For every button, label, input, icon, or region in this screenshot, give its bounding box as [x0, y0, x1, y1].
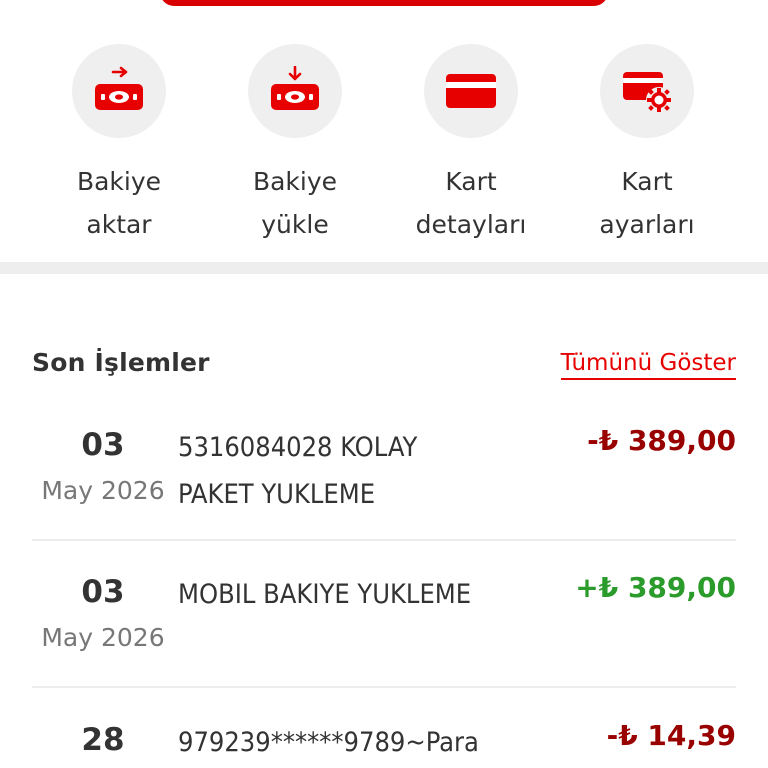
- transaction-date: 28: [32, 723, 174, 757]
- transaction-row[interactable]: 03 May 2026 MOBIL BAKIYE YUKLEME +₺ 389,…: [32, 571, 736, 685]
- transaction-description: 5316084028 KOLAY PAKET YUKLEME: [178, 432, 418, 510]
- transaction-row[interactable]: 03 May 2026 5316084028 KOLAY PAKET YUKLE…: [32, 424, 736, 538]
- action-card-details[interactable]: Kart detayları: [383, 40, 559, 246]
- section-divider: [0, 262, 768, 274]
- cash-load-icon: [248, 44, 342, 138]
- transaction-amount: -₺ 14,39: [606, 719, 736, 752]
- action-label: Bakiye aktar: [76, 167, 162, 239]
- row-divider: [32, 539, 736, 541]
- recent-transactions-title: Son İşlemler: [32, 348, 210, 377]
- transaction-day: 03: [81, 574, 125, 610]
- transaction-description: 979239******9789~Para: [178, 727, 479, 758]
- transaction-row[interactable]: 28 979239******9789~Para -₺ 14,39: [32, 719, 736, 768]
- card-settings-icon: [600, 44, 694, 138]
- row-divider: [32, 686, 736, 688]
- action-transfer-balance[interactable]: Bakiye aktar: [31, 40, 207, 246]
- transaction-day: 28: [81, 722, 125, 758]
- transaction-amount: +₺ 389,00: [575, 571, 736, 604]
- transaction-date: 03 May 2026: [32, 575, 174, 653]
- action-card-settings[interactable]: Kart ayarları: [559, 40, 735, 246]
- transaction-description: MOBIL BAKIYE YUKLEME: [178, 579, 472, 610]
- action-label: Kart detayları: [415, 167, 527, 239]
- credit-card-icon: [424, 44, 518, 138]
- action-label: Kart ayarları: [599, 167, 695, 239]
- quick-actions: Bakiye aktar Bakiye yükle Kart detayları…: [0, 40, 768, 250]
- transaction-month: May 2026: [41, 623, 165, 652]
- transaction-amount: -₺ 389,00: [587, 424, 736, 457]
- action-label: Bakiye yükle: [252, 167, 338, 239]
- transaction-day: 03: [81, 427, 125, 463]
- transaction-month: May 2026: [41, 476, 165, 505]
- show-all-link[interactable]: Tümünü Göster: [560, 350, 736, 380]
- cash-transfer-icon: [72, 44, 166, 138]
- action-load-balance[interactable]: Bakiye yükle: [207, 40, 383, 246]
- transaction-date: 03 May 2026: [32, 428, 174, 506]
- top-banner: [160, 0, 608, 6]
